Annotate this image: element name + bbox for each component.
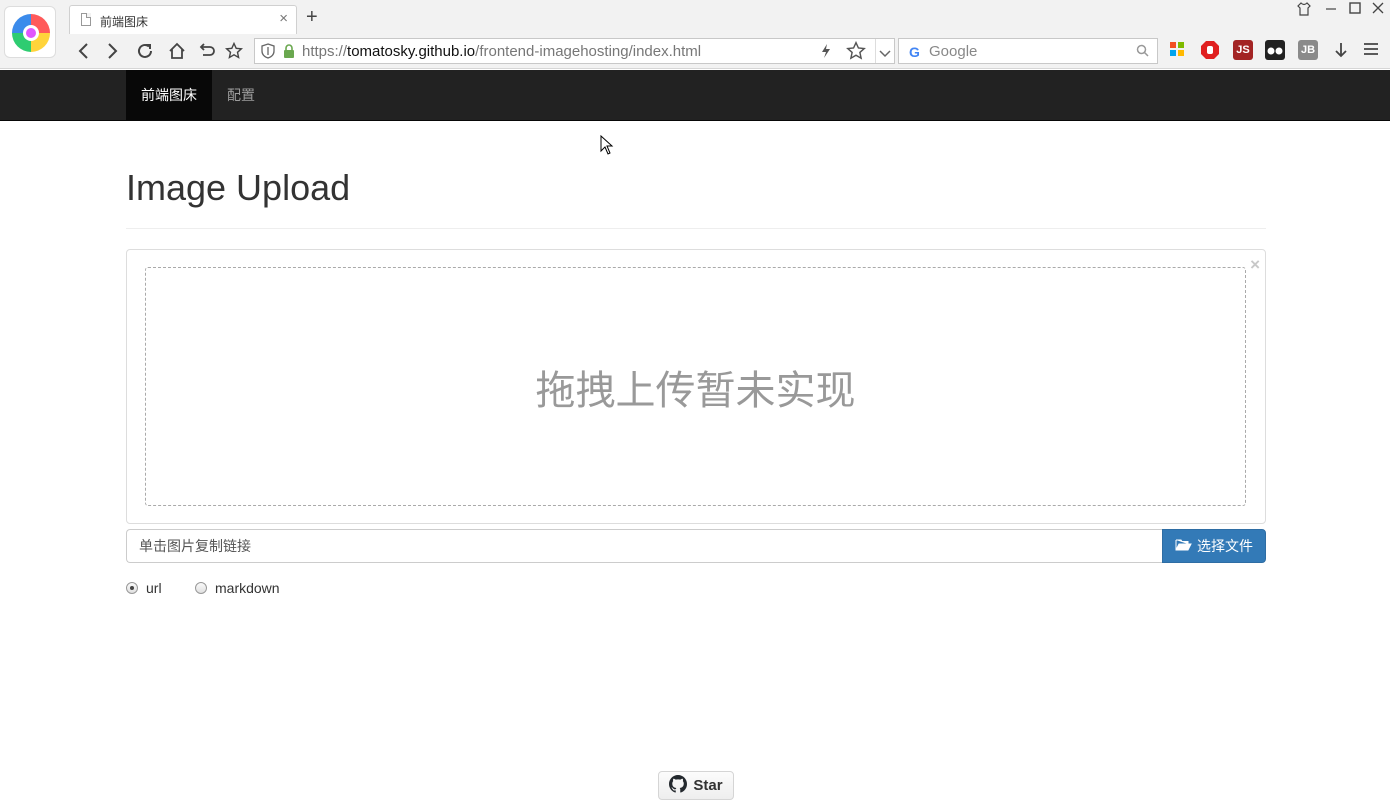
radio-url[interactable]	[126, 582, 138, 594]
glasses-extension-icon[interactable]	[1265, 40, 1285, 60]
upload-panel: × 拖拽上传暂未实现	[126, 249, 1266, 524]
mouse-cursor-icon	[600, 134, 614, 160]
shirt-icon[interactable]	[1297, 2, 1311, 18]
address-bar[interactable]: https://tomatosky.github.io/frontend-ima…	[254, 38, 895, 64]
search-bar[interactable]: G Google	[898, 38, 1158, 64]
reload-icon[interactable]	[134, 40, 156, 62]
lock-icon	[283, 44, 295, 63]
folder-open-icon	[1175, 538, 1192, 555]
radio-markdown-option[interactable]: markdown	[195, 580, 280, 596]
document-icon	[81, 13, 91, 26]
panel-close-icon[interactable]: ×	[1250, 256, 1260, 273]
lightning-icon[interactable]	[821, 43, 831, 64]
page-title: Image Upload	[126, 167, 351, 208]
nav-item-home[interactable]: 前端图床	[126, 70, 212, 120]
choose-file-label: 选择文件	[1197, 538, 1253, 554]
google-icon: G	[909, 44, 920, 60]
choose-file-button[interactable]: 选择文件	[1162, 529, 1266, 563]
search-placeholder: Google	[929, 43, 978, 60]
maximize-icon[interactable]	[1349, 2, 1361, 16]
browser-chrome: 前端图床 × + https://tomatosky.github.io/fro…	[0, 0, 1390, 69]
top-navbar: 前端图床 配置	[0, 70, 1390, 121]
bookmark-icon[interactable]	[223, 40, 245, 62]
js-extension-icon[interactable]: JS	[1233, 40, 1253, 60]
minimize-icon[interactable]	[1325, 0, 1337, 16]
forward-icon[interactable]	[101, 40, 123, 62]
tab-close-icon[interactable]: ×	[279, 11, 288, 26]
radio-markdown-label: markdown	[215, 580, 280, 596]
dropzone[interactable]: 拖拽上传暂未实现	[145, 267, 1246, 506]
favorite-star-icon[interactable]	[846, 40, 866, 66]
menu-icon[interactable]	[1362, 40, 1382, 60]
title-divider	[126, 228, 1266, 229]
grid-extension-icon[interactable]	[1168, 40, 1188, 60]
link-input-group: 选择文件	[126, 529, 1266, 563]
undo-icon[interactable]	[195, 40, 217, 62]
chevron-down-icon[interactable]	[879, 46, 891, 64]
radio-url-option[interactable]: url	[126, 580, 162, 596]
back-icon[interactable]	[73, 40, 95, 62]
github-star-button[interactable]: Star	[658, 771, 734, 800]
link-input[interactable]	[126, 529, 1163, 563]
url-divider	[875, 39, 876, 63]
home-icon[interactable]	[166, 40, 188, 62]
adblock-extension-icon[interactable]	[1200, 40, 1220, 60]
nav-item-config[interactable]: 配置	[212, 70, 270, 120]
new-tab-button[interactable]: +	[306, 7, 318, 27]
radio-url-label: url	[146, 580, 162, 596]
star-label: Star	[693, 777, 723, 794]
jb-extension-icon[interactable]: JB	[1298, 40, 1318, 60]
download-icon[interactable]	[1331, 40, 1351, 60]
close-window-icon[interactable]	[1372, 2, 1384, 16]
search-icon[interactable]	[1136, 44, 1149, 62]
url-text[interactable]: https://tomatosky.github.io/frontend-ima…	[302, 43, 701, 60]
radio-markdown[interactable]	[195, 582, 207, 594]
tab-title: 前端图床	[100, 15, 149, 29]
browser-logo-icon	[4, 6, 56, 58]
dropzone-text: 拖拽上传暂未实现	[535, 368, 856, 413]
shield-icon	[261, 43, 275, 64]
github-icon	[669, 774, 688, 797]
browser-tab[interactable]: 前端图床 ×	[69, 5, 297, 34]
